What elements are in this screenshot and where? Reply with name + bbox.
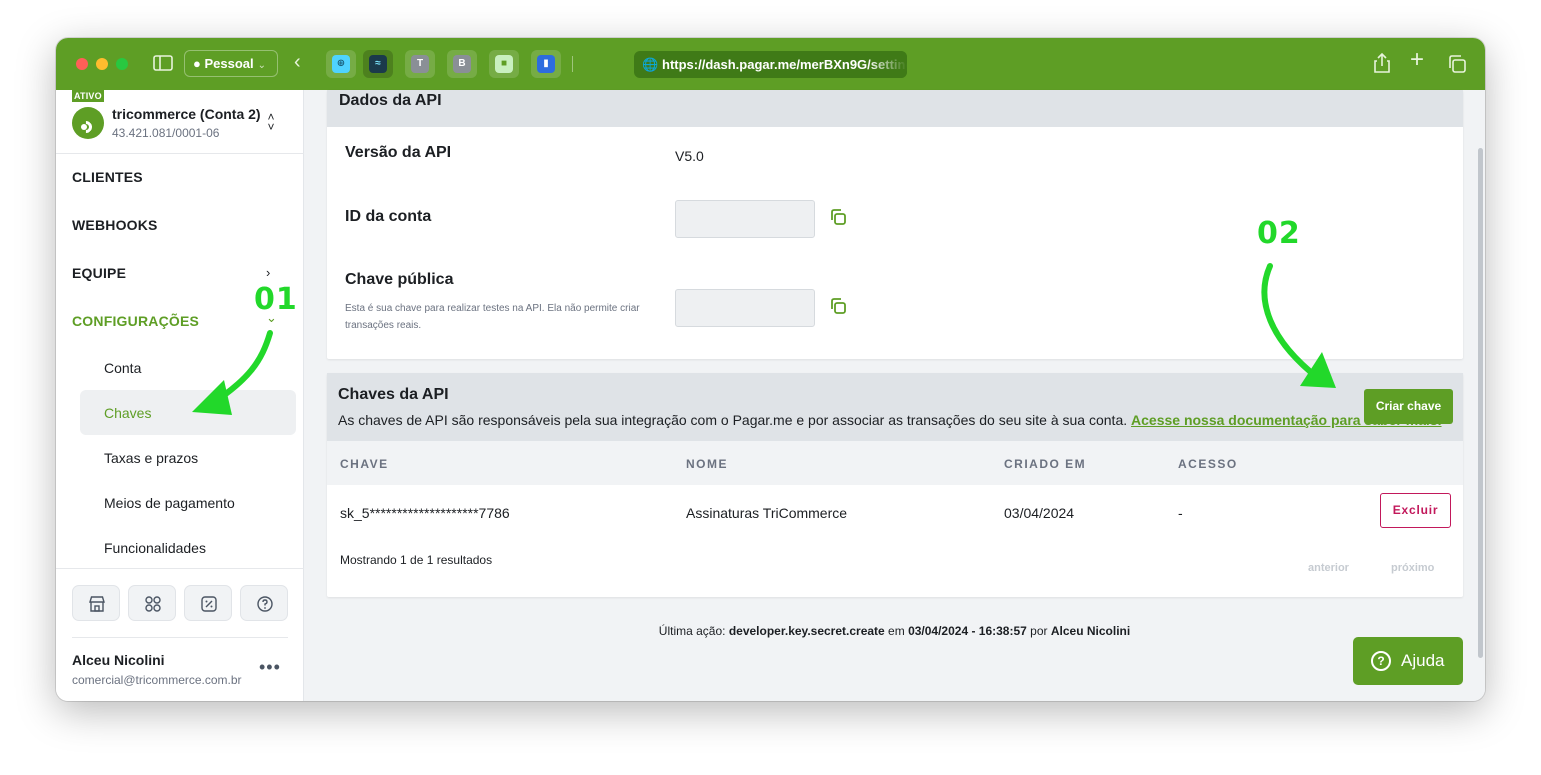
account-cnpj: 43.421.081/0001-06 (112, 126, 220, 140)
tab-icon-b[interactable]: B (447, 50, 477, 78)
chevron-down-icon: ⌄ (257, 60, 267, 71)
apps-button[interactable] (128, 585, 176, 621)
user-name: Alceu Nicolini (72, 652, 165, 668)
back-arrow-icon[interactable]: ‹ (294, 52, 301, 72)
create-key-button[interactable]: Criar chave (1364, 389, 1453, 424)
user-email: comercial@tricommerce.com.br (72, 673, 242, 687)
app-icon: ■ (495, 55, 513, 73)
account-switch-icon[interactable]: ˄ ˅ (266, 111, 276, 133)
share-icon[interactable] (1373, 52, 1391, 79)
copy-icon[interactable] (829, 208, 847, 226)
nav-equipe[interactable]: EQUIPE (72, 265, 126, 281)
chevron-right-icon: › (266, 265, 271, 280)
pagination-prev[interactable]: anterior (1308, 562, 1349, 574)
nav-clientes[interactable]: CLIENTES (72, 169, 143, 185)
account-id-field (675, 200, 815, 238)
question-icon: ? (1371, 651, 1391, 671)
tab-icon-6[interactable]: ▮ (531, 50, 561, 78)
scrollbar[interactable] (1478, 148, 1483, 658)
help-button[interactable]: ? Ajuda (1353, 637, 1463, 685)
new-tab-icon[interactable]: + (1410, 48, 1424, 72)
help-center-button[interactable] (240, 585, 288, 621)
tab-overview-icon[interactable] (1447, 54, 1467, 79)
public-key-label: Chave pública (345, 271, 454, 288)
annotation-step-2: 02 (1257, 216, 1301, 251)
account-id-label: ID da conta (345, 208, 432, 225)
account-logo-icon (72, 107, 104, 139)
browser-toolbar: ● Pessoal ⌄ ‹ ⊕ ≈ T B ■ ▮ 🌐 https://dash.… (56, 38, 1485, 90)
app-icon: ≈ (369, 55, 387, 73)
app-icon: ▮ (537, 55, 555, 73)
api-data-title: Dados da API (339, 92, 442, 109)
profile-label: Pessoal (204, 56, 254, 71)
account-name: tricommerce (Conta 2) (112, 106, 261, 122)
profile-switcher[interactable]: ● Pessoal ⌄ (184, 50, 278, 77)
fees-button[interactable] (184, 585, 232, 621)
help-label: Ajuda (1401, 651, 1445, 670)
sub-meios-pagamento[interactable]: Meios de pagamento (104, 495, 235, 511)
results-count: Mostrando 1 de 1 resultados (340, 553, 493, 567)
public-key-help: Esta é sua chave para realizar testes na… (345, 303, 640, 331)
close-window-button[interactable] (76, 58, 88, 70)
column-header-criado-em: CRIADO EM (1004, 457, 1087, 471)
tab-icon-t[interactable]: T (405, 50, 435, 78)
column-header-acesso: ACESSO (1178, 457, 1238, 471)
last-action: Última ação: developer.key.secret.create… (658, 624, 1131, 638)
name-cell: Assinaturas TriCommerce (686, 505, 848, 521)
sidebar: ATIVO tricommerce (Conta 2) 43.421.081/0… (56, 90, 304, 701)
api-keys-card: Chaves da API As chaves de API são respo… (327, 373, 1463, 597)
api-version-value: V5.0 (675, 148, 704, 164)
api-keys-header: Chaves da API As chaves de API são respo… (327, 373, 1463, 441)
nav-webhooks[interactable]: WEBHOOKS (72, 217, 158, 233)
public-key-field (675, 289, 815, 327)
store-button[interactable] (72, 585, 120, 621)
sidebar-toggle-icon[interactable] (153, 54, 173, 77)
store-icon (89, 596, 105, 612)
percent-icon (201, 596, 217, 612)
minimize-window-button[interactable] (96, 58, 108, 70)
tab-letter: T (411, 55, 429, 73)
status-badge: ATIVO (72, 90, 104, 102)
sub-funcionalidades[interactable]: Funcionalidades (104, 540, 206, 556)
copy-icon[interactable] (829, 297, 847, 315)
table-header: CHAVE NOME CRIADO EM ACESSO (327, 441, 1463, 485)
sub-chaves[interactable]: Chaves (104, 405, 151, 421)
app-icon: ⊕ (332, 55, 350, 73)
apps-grid-icon (145, 596, 161, 612)
column-header-chave: CHAVE (340, 457, 389, 471)
sub-conta[interactable]: Conta (104, 360, 141, 376)
api-data-header: Dados da API (327, 90, 1463, 127)
nav-configuracoes[interactable]: CONFIGURAÇÕES (72, 313, 199, 329)
tab-icon-2[interactable]: ≈ (363, 50, 393, 78)
toolbar-separator (572, 56, 573, 72)
column-header-nome: NOME (686, 457, 728, 471)
sub-taxas-prazos[interactable]: Taxas e prazos (104, 450, 198, 466)
main-content: Dados da API Versão da API V5.0 ID da co… (304, 90, 1485, 701)
tab-icon-1[interactable]: ⊕ (326, 50, 356, 78)
access-cell: - (1178, 505, 1183, 521)
zoom-window-button[interactable] (116, 58, 128, 70)
address-bar[interactable]: 🌐 https://dash.pagar.me/merBXn9G/setting… (634, 51, 907, 78)
globe-icon: 🌐 (642, 57, 659, 72)
api-keys-title: Chaves da API (338, 386, 449, 403)
tab-icon-5[interactable]: ■ (489, 50, 519, 78)
annotation-step-1: 01 (254, 282, 298, 317)
tab-letter: B (453, 55, 471, 73)
api-version-label: Versão da API (345, 144, 452, 161)
question-icon (257, 596, 273, 612)
more-options-icon[interactable]: ••• (259, 657, 281, 678)
api-keys-description: As chaves de API são responsáveis pela s… (338, 412, 1442, 428)
person-icon: ● (193, 56, 201, 71)
delete-key-button[interactable]: Excluir (1380, 493, 1451, 528)
created-cell: 03/04/2024 (1004, 505, 1075, 521)
key-cell: sk_5********************7786 (340, 505, 510, 521)
pagination-next[interactable]: próximo (1391, 562, 1434, 574)
browser-window: ● Pessoal ⌄ ‹ ⊕ ≈ T B ■ ▮ 🌐 https://dash.… (56, 38, 1485, 701)
